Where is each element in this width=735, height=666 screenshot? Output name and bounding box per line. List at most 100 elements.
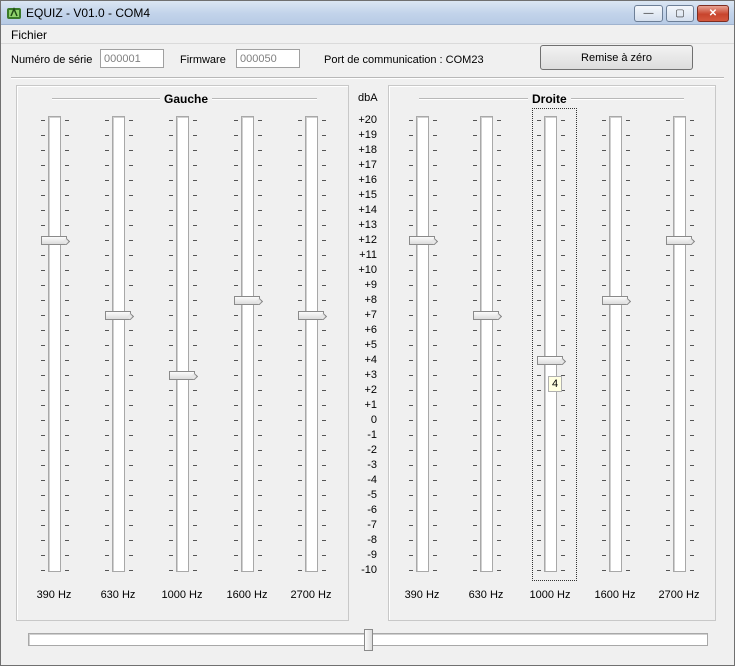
tick-mark (129, 465, 133, 466)
title-bar[interactable]: EQUIZ - V01.0 - COM4 — ▢ ✕ (1, 1, 734, 25)
tick-mark (690, 360, 694, 361)
tick-mark (41, 375, 45, 376)
scale-label: +8 (364, 294, 377, 306)
right-slider-track[interactable] (609, 116, 622, 572)
tick-mark (41, 525, 45, 526)
scale-label: 0 (370, 414, 377, 426)
left-slider-track[interactable] (241, 116, 254, 572)
menu-fichier[interactable]: Fichier (11, 28, 47, 42)
tick-mark (105, 180, 109, 181)
tick-mark (193, 345, 197, 346)
tick-mark (409, 420, 413, 421)
tick-mark (497, 405, 501, 406)
tick-mark (169, 405, 173, 406)
tick-mark (433, 285, 437, 286)
tick-mark (234, 345, 238, 346)
tick-mark (433, 570, 437, 571)
tick-mark (473, 195, 477, 196)
tick-mark (666, 315, 670, 316)
tick-mark (298, 465, 302, 466)
left-slider-track[interactable] (305, 116, 318, 572)
tick-mark (433, 360, 437, 361)
balance-slider-thumb[interactable] (364, 629, 373, 651)
focus-rectangle (532, 108, 577, 581)
tick-mark (234, 450, 238, 451)
close-button[interactable]: ✕ (697, 5, 729, 22)
tick-mark (626, 405, 630, 406)
tick-mark (105, 195, 109, 196)
right-slider-track[interactable] (480, 116, 493, 572)
tick-mark (129, 120, 133, 121)
tick-mark (105, 135, 109, 136)
tick-mark (626, 120, 630, 121)
tick-mark (433, 375, 437, 376)
right-slider-track[interactable] (416, 116, 429, 572)
tick-mark (322, 330, 326, 331)
right-group-title: Droite (528, 92, 571, 106)
window-title: EQUIZ - V01.0 - COM4 (26, 6, 151, 20)
firmware-field[interactable] (236, 49, 300, 68)
left-slider-thumb[interactable] (169, 371, 195, 380)
tick-mark (322, 270, 326, 271)
tick-mark (234, 120, 238, 121)
tick-mark (105, 255, 109, 256)
tick-mark (690, 180, 694, 181)
tick-mark (234, 375, 238, 376)
scale-label: +7 (364, 309, 377, 321)
minimize-button[interactable]: — (634, 5, 663, 22)
tick-mark (193, 555, 197, 556)
tick-mark (193, 135, 197, 136)
tick-mark (234, 330, 238, 331)
left-freq-label: 630 Hz (100, 589, 136, 601)
serial-field[interactable] (100, 49, 164, 68)
tick-mark (129, 495, 133, 496)
tick-mark (258, 255, 262, 256)
left-slider-track[interactable] (176, 116, 189, 572)
tick-mark (129, 480, 133, 481)
right-slider-thumb[interactable] (409, 236, 435, 245)
tick-mark (602, 405, 606, 406)
tick-mark (433, 495, 437, 496)
tick-mark (433, 435, 437, 436)
tick-mark (129, 345, 133, 346)
tick-mark (690, 555, 694, 556)
tick-mark (666, 285, 670, 286)
tick-mark (409, 225, 413, 226)
left-slider-thumb[interactable] (105, 311, 131, 320)
tick-mark (129, 360, 133, 361)
left-slider-thumb[interactable] (41, 236, 67, 245)
tick-mark (41, 315, 45, 316)
reset-button[interactable]: Remise à zéro (540, 45, 693, 70)
tick-mark (298, 510, 302, 511)
tick-mark (497, 330, 501, 331)
right-slider-track[interactable] (673, 116, 686, 572)
maximize-button[interactable]: ▢ (666, 5, 694, 22)
tick-mark (602, 390, 606, 391)
scale-label: +18 (358, 144, 377, 156)
tick-mark (193, 240, 197, 241)
left-slider-thumb[interactable] (234, 296, 260, 305)
tick-mark (409, 435, 413, 436)
tick-mark (65, 420, 69, 421)
tick-mark (473, 345, 477, 346)
tick-mark (258, 495, 262, 496)
tick-mark (169, 570, 173, 571)
tick-mark (602, 135, 606, 136)
tick-mark (497, 135, 501, 136)
left-slider-track[interactable] (112, 116, 125, 572)
right-slider-thumb[interactable] (473, 311, 499, 320)
tick-mark (433, 510, 437, 511)
tick-mark (497, 120, 501, 121)
right-slider-thumb[interactable] (666, 236, 692, 245)
left-slider-track[interactable] (48, 116, 61, 572)
right-slider-thumb[interactable] (602, 296, 628, 305)
menu-bar: Fichier (1, 25, 734, 44)
tick-mark (65, 345, 69, 346)
tick-mark (105, 360, 109, 361)
left-slider-thumb[interactable] (298, 311, 324, 320)
tick-mark (409, 210, 413, 211)
tick-mark (193, 510, 197, 511)
tick-mark (65, 405, 69, 406)
tick-mark (473, 390, 477, 391)
tick-mark (234, 510, 238, 511)
